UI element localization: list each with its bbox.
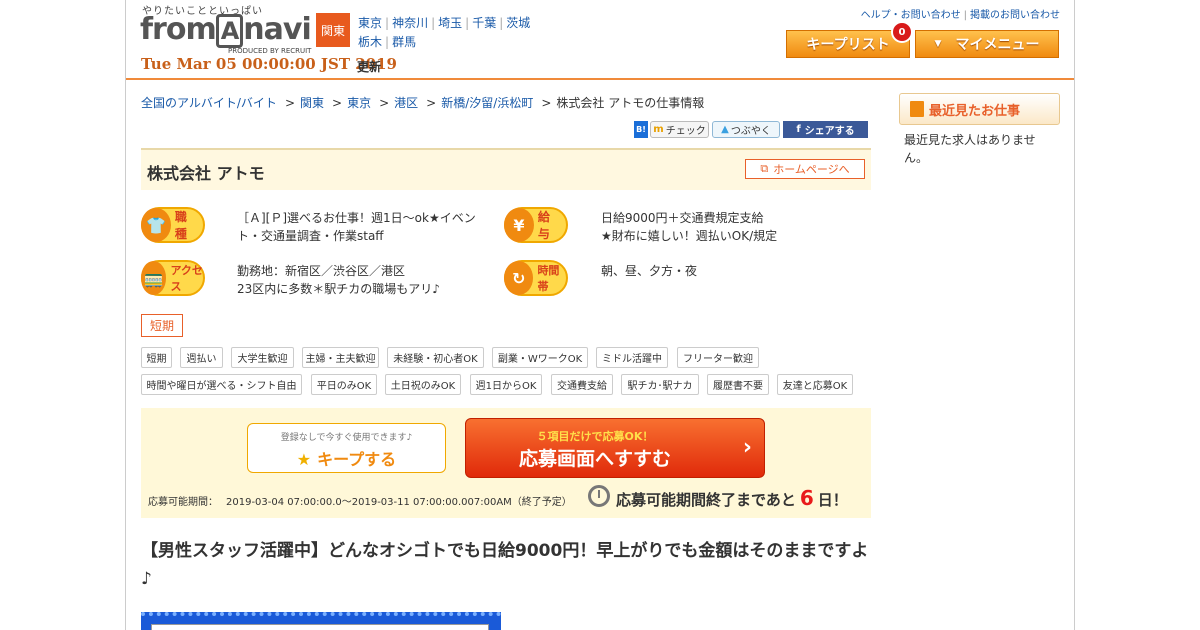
feature-tag: 友達と応募OK — [777, 374, 853, 395]
pref-link-ibaraki[interactable]: 茨城 — [506, 16, 530, 30]
mixi-icon: m — [653, 124, 664, 135]
job-type-text: ［Ａ][Ｐ]選べるお仕事！週1日～ok★イベント・交通量調査・作業staff — [237, 211, 476, 243]
ad-inquiry-link[interactable]: 掲載のお問い合わせ — [970, 10, 1060, 21]
produced-by: PRODUCED BY RECRUIT — [228, 47, 312, 55]
shirt-icon: 👕 — [141, 208, 171, 242]
keep-main-label: キープする — [317, 450, 397, 469]
feature-tag: 大学生歓迎 — [231, 347, 294, 368]
keep-count-badge: 0 — [891, 21, 913, 43]
updated-label: 更新 — [357, 60, 382, 74]
apply-period: 応募可能期間： 2019-03-04 07:00:00.0～2019-03-11 … — [148, 493, 572, 508]
job-image — [141, 612, 501, 630]
remaining-days-count: 6 — [799, 486, 814, 510]
tweet-button[interactable]: ▲ つぶやく — [712, 121, 780, 138]
time-badge: ↻ 時間帯 — [504, 260, 568, 296]
clock-icon — [588, 485, 610, 507]
feature-tag: 副業・WワークOK — [492, 347, 588, 368]
job-type-badge: 👕 職種 — [141, 207, 205, 243]
feature-tag: 駅チカ･駅ナカ — [621, 374, 699, 395]
period-range: 2019-03-04 07:00:00.0～2019-03-11 07:00:0… — [226, 497, 572, 508]
apply-sub-label: ５項目だけで応募OK！ — [536, 430, 654, 443]
breadcrumb-item[interactable]: 港区 — [394, 96, 418, 110]
pref-link-chiba[interactable]: 千葉 — [472, 16, 496, 30]
twitter-bird-icon: ▲ — [721, 124, 729, 135]
term-tag: 短期 — [141, 314, 183, 337]
breadcrumb: 全国のアルバイト/バイト > 関東 > 東京 > 港区 > 新橋/汐留/浜松町 > 株式会社 アトモ… — [141, 96, 705, 110]
hatena-bookmark-button[interactable]: B! — [634, 121, 648, 138]
mixi-check-button[interactable]: m チェック — [650, 121, 709, 138]
region-badge[interactable]: 関東 — [316, 13, 350, 47]
pref-link-tochigi[interactable]: 栃木 — [358, 35, 382, 49]
keep-list-label: キープリスト — [806, 37, 890, 53]
feature-tag: 交通費支給 — [551, 374, 613, 395]
sidebar-recent: 最近見たお仕事 最近見た求人はありません。 — [899, 93, 1060, 173]
period-label: 応募可能期間： — [148, 497, 218, 508]
feature-tag: ミドル活躍中 — [596, 347, 668, 368]
homepage-button[interactable]: ⧉ ホームページへ — [745, 159, 865, 179]
pay-badge: ¥ 給与 — [504, 207, 568, 243]
recent-jobs-header: 最近見たお仕事 — [899, 93, 1060, 125]
access-text: 勤務地：新宿区／渋谷区／港区 23区内に多数＊駅チカの職場もアリ♪ — [237, 264, 440, 296]
clock-arrow-icon: ↻ — [504, 261, 534, 295]
top-links: ヘルプ・お問い合わせ | 掲載のお問い合わせ — [860, 10, 1060, 21]
pref-link-saitama[interactable]: 埼玉 — [438, 16, 462, 30]
site-logo[interactable]: from Anavi — [140, 12, 312, 48]
apply-main-label: 応募画面へすすむ — [518, 448, 671, 470]
page-frame: やりたいことといっぱい from Anavi PRODUCED BY RECRUI… — [125, 0, 1075, 630]
facebook-icon: f — [796, 124, 801, 135]
time-text: 朝、昼、夕方・夜 — [601, 264, 698, 278]
train-icon: 🚃 — [141, 261, 167, 295]
pref-link-tokyo[interactable]: 東京 — [358, 16, 382, 30]
pay-text: 日給9000円＋交通費規定支給 ★財布に嬉しい！週払いOK/規定 — [601, 211, 778, 243]
site-header: やりたいことといっぱい from Anavi PRODUCED BY RECRUI… — [126, 0, 1074, 80]
star-plus-icon: ★ — [296, 450, 312, 469]
feature-tag: 時間や曜日が選べる・シフト自由 — [141, 374, 302, 395]
breadcrumb-item[interactable]: 新橋/汐留/浜松町 — [441, 96, 533, 110]
feature-tag: 未経験・初心者OK — [387, 347, 484, 368]
keep-job-button[interactable]: 登録なしで今すぐ使用できます♪ ★ キープする — [247, 423, 446, 473]
recent-jobs-empty: 最近見た求人はありません。 — [904, 133, 1036, 165]
external-link-icon: ⧉ — [760, 162, 769, 175]
catch-copy: 【男性スタッフ活躍中】どんなオシゴトでも日給9000円！早上がりでも金額はそのま… — [141, 541, 869, 589]
feature-tag: 土日祝のみOK — [385, 374, 461, 395]
pref-link-gunma[interactable]: 群馬 — [392, 35, 416, 49]
chevron-right-icon: › — [742, 435, 752, 460]
access-badge: 🚃 アクセス — [141, 260, 205, 296]
feature-tag: 履歴書不要 — [707, 374, 769, 395]
apply-panel: 登録なしで今すぐ使用できます♪ ★ キープする ５項目だけで応募OK！ 応募画面へ… — [141, 408, 871, 518]
company-name: 株式会社 アトモ — [147, 164, 265, 183]
facebook-share-button[interactable]: f シェアする — [783, 121, 868, 138]
feature-tag: 主婦・主夫歓迎 — [302, 347, 379, 368]
my-menu-button[interactable]: ▼ マイメニュー — [915, 30, 1059, 58]
feature-tag: 短期 — [141, 347, 172, 368]
document-icon — [910, 101, 924, 117]
feature-tag: フリーター歓迎 — [677, 347, 759, 368]
my-menu-label: マイメニュー — [955, 37, 1040, 53]
apply-button[interactable]: ５項目だけで応募OK！ 応募画面へすすむ › — [465, 418, 765, 478]
breadcrumb-item[interactable]: 関東 — [300, 96, 324, 110]
company-header: 株式会社 アトモ ⧉ ホームページへ — [141, 148, 871, 190]
breadcrumb-item[interactable]: 全国のアルバイト/バイト — [141, 96, 277, 110]
keep-sub-label: 登録なしで今すぐ使用できます♪ — [280, 433, 413, 443]
breadcrumb-item[interactable]: 東京 — [347, 96, 371, 110]
pref-link-kanagawa[interactable]: 神奈川 — [392, 16, 428, 30]
prefecture-links: 東京 | 神奈川 | 埼玉 | 千葉 | 茨城 栃木 | 群馬 — [358, 16, 531, 49]
help-link[interactable]: ヘルプ・お問い合わせ — [861, 10, 961, 21]
remaining-days: 応募可能期間終了まであと 6 日！ — [616, 486, 848, 510]
feature-tag: 週1日からOK — [470, 374, 542, 395]
feature-tag: 週払い — [180, 347, 223, 368]
feature-tag: 平日のみOK — [311, 374, 377, 395]
breadcrumb-current: 株式会社 アトモの仕事情報 — [556, 96, 705, 110]
recent-jobs-title: 最近見たお仕事 — [929, 103, 1021, 119]
yen-icon: ¥ — [504, 208, 534, 242]
chevron-down-icon: ▼ — [934, 39, 942, 49]
